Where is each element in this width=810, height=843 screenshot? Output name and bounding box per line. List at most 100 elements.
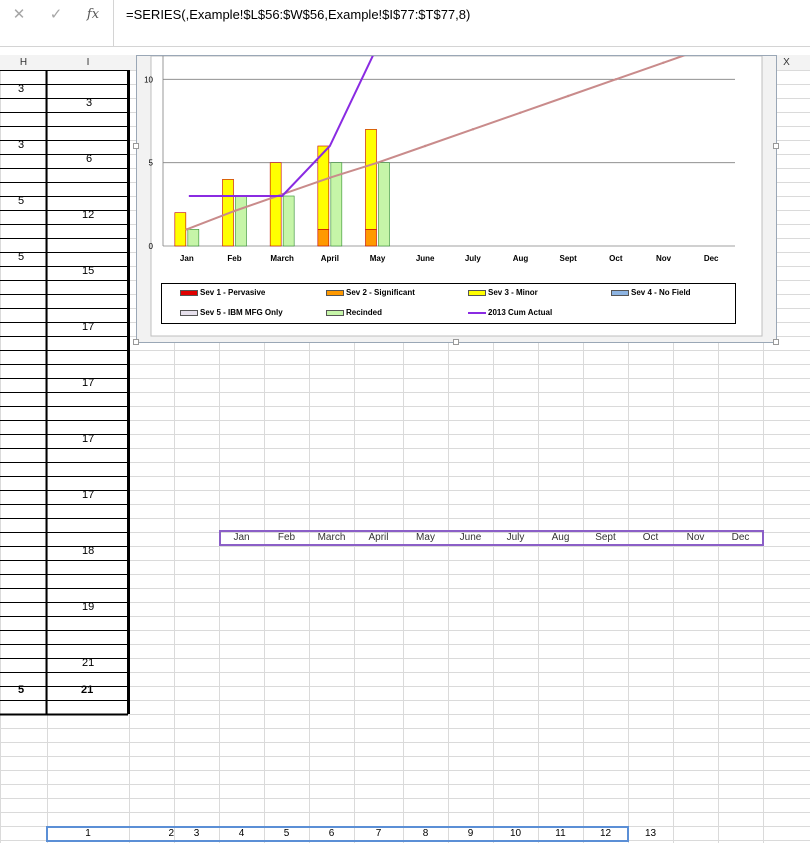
bar-sev-3-minor[interactable] [269,162,282,247]
month-cell[interactable]: Aug [538,532,583,543]
x-tick-label: Dec [704,254,719,263]
legend-item[interactable]: 2013 Cum Actual [468,308,552,317]
number-cell[interactable]: 12 [583,828,628,839]
x-tick-label: Sept [559,254,577,263]
x-tick-label: Jan [180,254,194,263]
number-cell[interactable]: 13 [628,828,673,839]
number-cell[interactable]: 7 [354,828,403,839]
legend-swatch-icon [468,311,486,314]
trend-point [519,111,522,114]
chart-legend[interactable]: Sev 1 - Pervasive Sev 2 - Significant Sev … [161,283,736,324]
trend-point [566,94,570,98]
legend-label: Sev 5 - IBM MFG Only [200,308,283,317]
number-cell[interactable]: 6 [309,828,354,839]
y-tick-label: 10 [144,75,153,84]
trend-point [233,209,236,213]
month-cell[interactable]: Oct [628,532,673,543]
month-cell[interactable]: Jan [219,532,264,543]
x-tick-label: April [321,254,339,263]
number-cell[interactable]: 8 [403,828,448,839]
legend-label: 2013 Cum Actual [488,308,553,317]
bar-sev-3-minor[interactable] [174,212,187,247]
bar-recinded[interactable] [378,162,390,247]
insert-function-icon[interactable]: fx [82,4,104,26]
number-cell[interactable]: 10 [493,828,538,839]
cell-i-value[interactable]: 21 [82,657,94,669]
cell-i-value[interactable]: 17 [82,489,94,501]
column-header-h[interactable]: H [0,55,47,71]
x-tick-label: May [370,254,386,263]
cell-i-value[interactable]: 6 [86,153,92,165]
legend-label: Recinded [346,308,383,317]
legend-item[interactable]: Sev 1 - Pervasive [180,288,265,297]
enter-icon[interactable]: ✓ [45,4,67,26]
formula-separator [113,0,114,46]
number-cell[interactable]: 2 [129,828,176,839]
month-cell[interactable]: May [403,532,448,543]
legend-swatch-icon [326,309,344,316]
legend-item[interactable]: Sev 3 - Minor [468,288,538,297]
month-cell[interactable]: Feb [264,532,309,543]
cell-i-value[interactable]: 12 [82,209,94,221]
month-cell[interactable]: Nov [673,532,718,543]
legend-swatch-icon [180,309,198,316]
cancel-icon[interactable]: ✕ [8,4,30,26]
trend-point [662,61,665,64]
cell-i-value[interactable]: 17 [82,321,94,333]
number-cell[interactable]: 11 [538,828,583,839]
month-cell[interactable]: July [493,532,538,543]
bar-sev-3-minor[interactable] [317,145,330,230]
legend-label: Sev 3 - Minor [488,288,538,297]
legend-swatch-icon [180,289,198,296]
number-cell[interactable]: 5 [264,828,309,839]
legend-label: Sev 1 - Pervasive [200,288,266,297]
bar-recinded[interactable] [187,229,200,247]
trend-point [185,228,189,231]
x-tick-label: Oct [609,254,623,263]
month-cell[interactable]: Dec [718,532,763,543]
cell-h-value[interactable]: 3 [18,139,24,151]
legend-item[interactable]: Sev 4 - No Field [611,288,691,297]
legend-item[interactable]: Sev 5 - IBM MFG Only [180,308,283,317]
number-cell[interactable]: 1 [47,828,129,839]
bar-sev-2-significant[interactable] [317,229,330,247]
bar-recinded[interactable] [282,195,295,247]
legend-item[interactable]: Sev 2 - Significant [326,288,415,297]
legend-swatch-icon [468,289,486,296]
bar-sev-3-minor[interactable] [365,129,377,230]
formula-bar: ✕ ✓ fx =SERIES(,Example!$L$56:$W$56,Exam… [0,0,810,47]
month-cell[interactable]: March [309,532,354,543]
legend-item[interactable]: Recinded [326,308,382,317]
cell-i-value[interactable]: 3 [86,97,92,109]
total-h-value[interactable]: 5 [18,684,24,696]
cell-i-value[interactable]: 18 [82,545,94,557]
month-cell[interactable]: Sept [583,532,628,543]
bar-sev-2-significant[interactable] [365,229,377,247]
x-tick-label: March [270,254,294,263]
chart-area[interactable]: 0 5 10 Jan Feb March April May June July Aug Sept Oc… [136,0,777,343]
number-cell[interactable]: 9 [448,828,493,839]
x-tick-label: June [416,254,435,263]
bar-recinded[interactable] [235,195,247,247]
cell-h-value[interactable]: 3 [18,83,24,95]
month-cell[interactable]: April [354,532,403,543]
chart-resize-handle[interactable] [453,339,459,345]
cell-i-value[interactable]: 17 [82,377,94,389]
total-i-value[interactable]: 21 [81,684,93,696]
chart-resize-handle[interactable] [133,339,139,345]
chart-resize-handle[interactable] [773,339,779,345]
chart-resize-handle[interactable] [773,143,779,149]
trend-point [471,128,475,131]
cell-i-value[interactable]: 15 [82,265,94,277]
cell-h-value[interactable]: 5 [18,195,24,207]
month-cell[interactable]: June [448,532,493,543]
number-cell[interactable]: 4 [219,828,264,839]
column-header-i[interactable]: I [47,55,129,71]
formula-input[interactable]: =SERIES(,Example!$L$56:$W$56,Example!$I$… [126,7,470,22]
cell-i-value[interactable]: 19 [82,601,94,613]
cell-i-value[interactable]: 17 [82,433,94,445]
cell-h-value[interactable]: 5 [18,251,24,263]
trend-point [423,144,427,148]
chart-resize-handle[interactable] [133,143,139,149]
number-cell[interactable]: 3 [174,828,219,839]
